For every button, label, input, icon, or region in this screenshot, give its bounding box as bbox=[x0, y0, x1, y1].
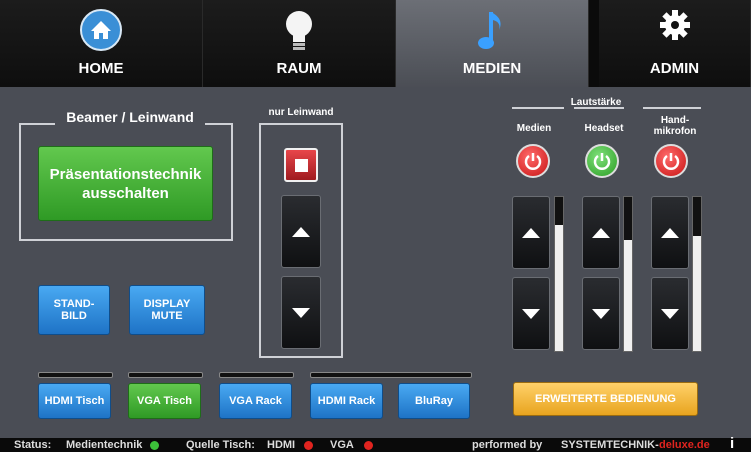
presentation-off-button[interactable]: Präsentationstechnik ausschalten bbox=[38, 146, 213, 221]
top-navigation: HOME RAUM MEDIEN ADMIN bbox=[0, 0, 751, 87]
leinwand-group-title: nur Leinwand bbox=[266, 107, 336, 118]
status-label: Status: bbox=[14, 439, 52, 451]
extended-control-button[interactable]: ERWEITERTE BEDIENUNG bbox=[513, 382, 698, 416]
screen-down-button[interactable] bbox=[281, 276, 321, 349]
status-performed-by: performed by bbox=[472, 439, 543, 451]
headset-volume-down-button[interactable] bbox=[582, 277, 620, 350]
info-icon[interactable]: i bbox=[730, 435, 734, 452]
display-mute-button[interactable]: DISPLAY MUTE bbox=[129, 285, 205, 335]
status-quelle-label: Quelle Tisch: bbox=[186, 439, 255, 451]
source-bluray-button[interactable]: BluRay bbox=[398, 383, 470, 419]
stop-icon bbox=[294, 158, 308, 172]
power-icon bbox=[662, 153, 680, 170]
arrow-up-icon bbox=[292, 226, 310, 237]
source-hdmi-rack-button[interactable]: HDMI Rack bbox=[310, 383, 383, 419]
channel-headset-label: Headset bbox=[584, 123, 624, 134]
handmikrofon-level-meter bbox=[692, 196, 702, 352]
volume-divider-right bbox=[643, 107, 701, 109]
volume-divider-left bbox=[512, 107, 564, 109]
brand-suffix: deluxe.de bbox=[659, 439, 710, 451]
screen-stop-button[interactable] bbox=[284, 148, 318, 182]
handmikrofon-volume-up-button[interactable] bbox=[651, 196, 689, 269]
music-note-icon bbox=[477, 8, 507, 59]
arrow-down-icon bbox=[661, 308, 679, 319]
source-vga-rack-button[interactable]: VGA Rack bbox=[219, 383, 292, 419]
arrow-up-icon bbox=[661, 227, 679, 238]
brand-name: SYSTEMTECHNIK- bbox=[561, 439, 659, 451]
headset-level-fill bbox=[624, 240, 632, 351]
status-hdmi-label: HDMI bbox=[267, 439, 296, 451]
channel-handmikrofon-label: Hand- mikrofon bbox=[653, 115, 697, 137]
headset-level-meter bbox=[623, 196, 633, 352]
lightbulb-icon bbox=[282, 8, 316, 59]
tab-medien[interactable]: MEDIEN bbox=[396, 0, 589, 87]
medien-panel: Beamer / Leinwand Präsentationstechnik a… bbox=[0, 87, 751, 438]
handmikrofon-level-fill bbox=[693, 235, 701, 351]
source-indicator bbox=[310, 372, 472, 378]
arrow-up-icon bbox=[522, 227, 540, 238]
tab-home-label: HOME bbox=[78, 60, 124, 77]
headset-power-button[interactable] bbox=[585, 144, 619, 178]
headset-volume-up-button[interactable] bbox=[582, 196, 620, 269]
status-vga-label: VGA bbox=[330, 439, 354, 451]
gear-icon bbox=[658, 8, 692, 47]
source-indicator bbox=[128, 372, 203, 378]
source-indicator bbox=[38, 372, 113, 378]
handmikrofon-volume-down-button[interactable] bbox=[651, 277, 689, 350]
screen-up-button[interactable] bbox=[281, 195, 321, 268]
tab-raum[interactable]: RAUM bbox=[203, 0, 396, 87]
power-icon bbox=[524, 153, 542, 170]
medien-volume-down-button[interactable] bbox=[512, 277, 550, 350]
handmikrofon-power-button[interactable] bbox=[654, 144, 688, 178]
volume-divider-mid bbox=[574, 107, 624, 109]
medien-volume-up-button[interactable] bbox=[512, 196, 550, 269]
source-indicator bbox=[219, 372, 294, 378]
tab-home[interactable]: HOME bbox=[0, 0, 203, 87]
arrow-down-icon bbox=[292, 307, 310, 318]
arrow-up-icon bbox=[592, 227, 610, 238]
standbild-button[interactable]: STAND- BILD bbox=[38, 285, 110, 335]
arrow-down-icon bbox=[592, 308, 610, 319]
tab-admin[interactable]: ADMIN bbox=[599, 0, 751, 87]
source-hdmi-tisch-button[interactable]: HDMI Tisch bbox=[38, 383, 111, 419]
medien-level-fill bbox=[555, 224, 563, 351]
status-bar: Status: Medientechnik Quelle Tisch: HDMI… bbox=[0, 435, 751, 452]
status-vga-indicator bbox=[364, 441, 373, 450]
medien-power-button[interactable] bbox=[516, 144, 550, 178]
tab-admin-label: ADMIN bbox=[649, 60, 700, 77]
channel-medien-label: Medien bbox=[516, 123, 552, 134]
arrow-down-icon bbox=[522, 308, 540, 319]
home-icon bbox=[79, 8, 123, 57]
medien-level-meter bbox=[554, 196, 564, 352]
status-hdmi-indicator bbox=[304, 441, 313, 450]
status-medientechnik-indicator bbox=[150, 441, 159, 450]
beamer-group-title: Beamer / Leinwand bbox=[55, 109, 205, 125]
tab-raum-label: RAUM bbox=[276, 60, 322, 77]
power-icon bbox=[593, 153, 611, 170]
tab-medien-label: MEDIEN bbox=[462, 60, 522, 77]
source-vga-tisch-button[interactable]: VGA Tisch bbox=[128, 383, 201, 419]
status-medientechnik: Medientechnik bbox=[66, 439, 143, 451]
